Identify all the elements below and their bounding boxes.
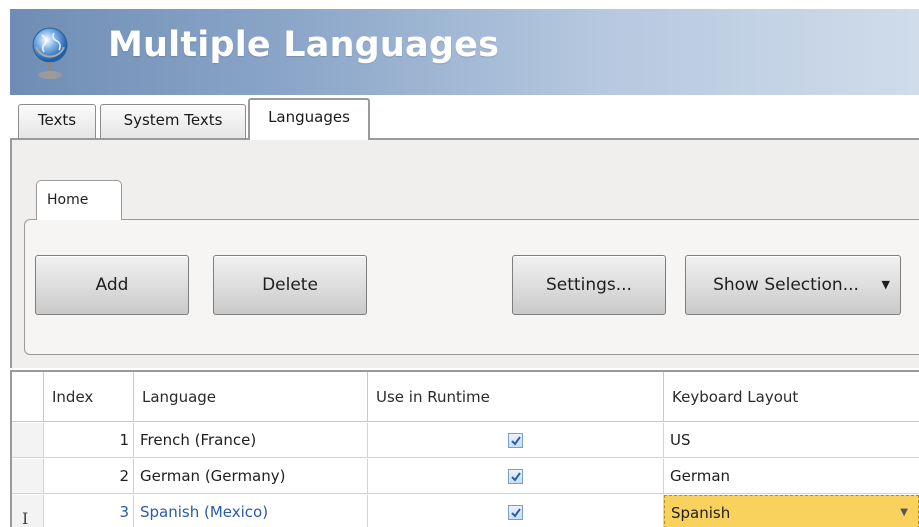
column-header-language[interactable]: Language xyxy=(134,372,368,421)
page-title: Multiple Languages xyxy=(108,25,500,65)
column-header-keyboard-layout[interactable]: Keyboard Layout xyxy=(664,372,919,421)
tab-texts[interactable]: Texts xyxy=(18,104,96,139)
row-selector[interactable] xyxy=(12,459,44,493)
ribbon-body: Add Delete Settings... Show Selection...… xyxy=(24,219,919,355)
cell-language[interactable]: French (France) xyxy=(134,423,368,457)
ribbon-tab-home[interactable]: Home xyxy=(36,180,122,220)
cell-keyboard-layout[interactable]: US xyxy=(664,423,919,457)
cell-index[interactable]: 1 xyxy=(44,423,134,457)
window-header: Multiple Languages xyxy=(10,9,919,95)
cell-use-in-runtime xyxy=(368,459,664,493)
settings-button-label: Settings... xyxy=(546,275,632,295)
delete-button-label: Delete xyxy=(262,275,318,295)
dropdown-arrow-icon: ▼ xyxy=(881,278,890,291)
use-in-runtime-checkbox[interactable] xyxy=(508,433,523,448)
globe-icon xyxy=(32,27,68,79)
tab-system-texts[interactable]: System Texts xyxy=(100,104,246,139)
cell-use-in-runtime xyxy=(368,423,664,457)
tab-languages[interactable]: Languages xyxy=(248,98,370,140)
delete-button[interactable]: Delete xyxy=(213,255,367,315)
table-row[interactable]: 2 German (Germany) German xyxy=(12,459,919,494)
show-selection-button[interactable]: Show Selection... ▼ xyxy=(685,255,901,315)
row-selector-header xyxy=(12,372,44,421)
column-header-use-in-runtime[interactable]: Use in Runtime xyxy=(368,372,664,421)
ribbon-panel: Home Add Delete Settings... Show Selecti… xyxy=(10,140,919,368)
grid-header-row: Index Language Use in Runtime Keyboard L… xyxy=(12,372,919,422)
settings-button[interactable]: Settings... xyxy=(512,255,666,315)
use-in-runtime-checkbox[interactable] xyxy=(508,469,523,484)
cell-language[interactable]: Spanish (Mexico) xyxy=(134,495,368,527)
main-tabstrip: Texts System Texts Languages xyxy=(10,95,919,140)
check-icon xyxy=(511,436,521,446)
keyboard-layout-dropdown[interactable]: Spanish ▼ xyxy=(664,495,919,527)
keyboard-layout-value: Spanish xyxy=(671,504,731,522)
cell-index[interactable]: 2 xyxy=(44,459,134,493)
cell-index[interactable]: 3 xyxy=(44,495,134,527)
table-row-selected[interactable]: I 3 Spanish (Mexico) Spanish ▼ xyxy=(12,495,919,527)
cell-use-in-runtime xyxy=(368,495,664,527)
row-selector[interactable]: I xyxy=(12,495,44,527)
column-header-index[interactable]: Index xyxy=(44,372,134,421)
add-button[interactable]: Add xyxy=(35,255,189,315)
languages-grid: Index Language Use in Runtime Keyboard L… xyxy=(10,370,919,527)
row-selector[interactable] xyxy=(12,423,44,457)
use-in-runtime-checkbox[interactable] xyxy=(508,505,523,520)
check-icon xyxy=(511,508,521,518)
table-row[interactable]: 1 French (France) US xyxy=(12,423,919,458)
add-button-label: Add xyxy=(95,275,129,295)
cell-language[interactable]: German (Germany) xyxy=(134,459,368,493)
dropdown-arrow-icon[interactable]: ▼ xyxy=(900,496,908,527)
show-selection-button-label: Show Selection... xyxy=(713,275,859,295)
text-cursor-icon: I xyxy=(22,509,29,527)
cell-keyboard-layout[interactable]: German xyxy=(664,459,919,493)
check-icon xyxy=(511,472,521,482)
